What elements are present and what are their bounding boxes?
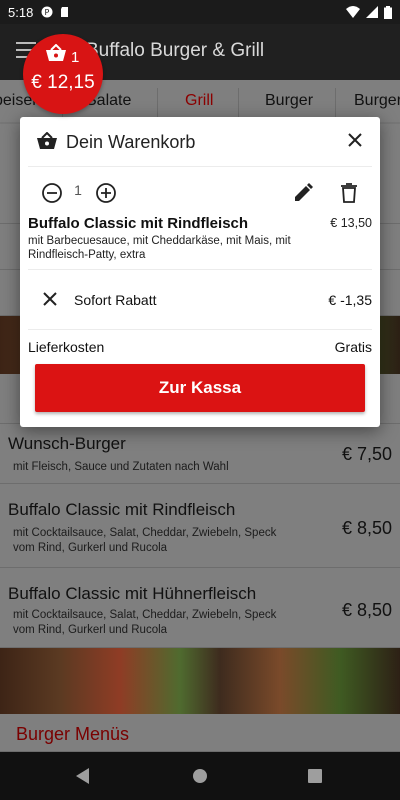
list-item[interactable]: Buffalo Classic mit Rindfleisch mit Cock…	[0, 484, 400, 568]
cart-total: € 12,15	[31, 72, 95, 93]
item-description: mit Cocktailsauce, Salat, Cheddar, Zwieb…	[13, 609, 277, 636]
quantity-row: 1	[20, 177, 380, 209]
status-bar: 5:18 P	[0, 0, 400, 24]
status-time: 5:18	[8, 4, 34, 20]
item-title: Buffalo Classic mit Rindfleisch	[8, 500, 236, 519]
increase-icon[interactable]	[94, 181, 118, 205]
battery-icon	[384, 5, 392, 19]
discount-value: € -1,35	[328, 292, 372, 308]
divider	[28, 269, 372, 270]
tab-divider	[335, 88, 336, 118]
svg-text:P: P	[45, 8, 50, 17]
home-icon[interactable]	[193, 769, 207, 783]
app-title: Buffalo Burger & Grill	[86, 40, 265, 61]
delivery-label: Lieferkosten	[28, 339, 105, 355]
system-nav-bar	[0, 752, 400, 800]
tab-divider	[157, 88, 158, 118]
delivery-value: Gratis	[334, 339, 372, 355]
burger-photo	[0, 648, 400, 714]
item-description: mit Cocktailsauce, Salat, Cheddar, Zwieb…	[13, 527, 277, 554]
section-title: Burger Menüs	[16, 724, 130, 744]
cart-count: 1	[71, 49, 80, 66]
item-description: mit Fleisch, Sauce und Zutaten nach Wahl	[13, 461, 229, 473]
item-title: Buffalo Classic mit Hühnerfleisch	[8, 584, 257, 603]
divider	[28, 166, 372, 167]
cart-item-name: Buffalo Classic mit Rindfleisch	[28, 215, 249, 232]
list-item[interactable]: Wunsch-Burger mit Fleisch, Sauce und Zut…	[0, 424, 400, 484]
item-price: € 8,50	[341, 600, 392, 620]
item-price: € 7,50	[341, 444, 392, 464]
discount-label: Sofort Rabatt	[74, 292, 157, 308]
remove-discount-icon[interactable]	[40, 289, 60, 309]
item-title: Wunsch-Burger	[8, 434, 126, 453]
tab-burger-menus[interactable]: Burger	[354, 92, 400, 110]
close-icon[interactable]	[344, 129, 366, 151]
cart-item-price: € 13,50	[330, 216, 372, 230]
tab-divider	[238, 88, 239, 118]
decrease-icon[interactable]	[40, 181, 64, 205]
wifi-icon	[346, 6, 360, 18]
tab-grill[interactable]: Grill	[185, 92, 213, 110]
cart-dialog-header: Dein Warenkorb	[20, 117, 380, 167]
list-item[interactable]: Buffalo Classic mit Hühnerfleisch mit Co…	[0, 568, 400, 648]
basket-icon	[46, 44, 66, 61]
checkout-button[interactable]: Zur Kassa	[35, 364, 365, 412]
section-header: Burger Menüs	[0, 714, 400, 752]
cart-item-description: mit Barbecuesauce, mit Cheddarkäse, mit …	[28, 235, 291, 261]
back-icon[interactable]	[76, 768, 90, 784]
quantity-value: 1	[74, 182, 82, 198]
tab-burger[interactable]: Burger	[265, 92, 313, 110]
delete-icon[interactable]	[337, 181, 361, 205]
recents-icon[interactable]	[308, 769, 322, 783]
item-price: € 8,50	[341, 518, 392, 538]
basket-icon	[37, 132, 57, 149]
cart-dialog: Dein Warenkorb 1 Buffalo Classic mit Rin…	[20, 117, 380, 427]
divider	[28, 329, 372, 330]
signal-icon	[366, 6, 378, 18]
cart-bubble[interactable]: 1 € 12,15	[23, 34, 103, 114]
edit-icon[interactable]	[291, 181, 315, 205]
app-notification-icon: P	[41, 6, 53, 18]
cart-title: Dein Warenkorb	[66, 132, 196, 152]
sd-card-icon	[61, 7, 69, 17]
